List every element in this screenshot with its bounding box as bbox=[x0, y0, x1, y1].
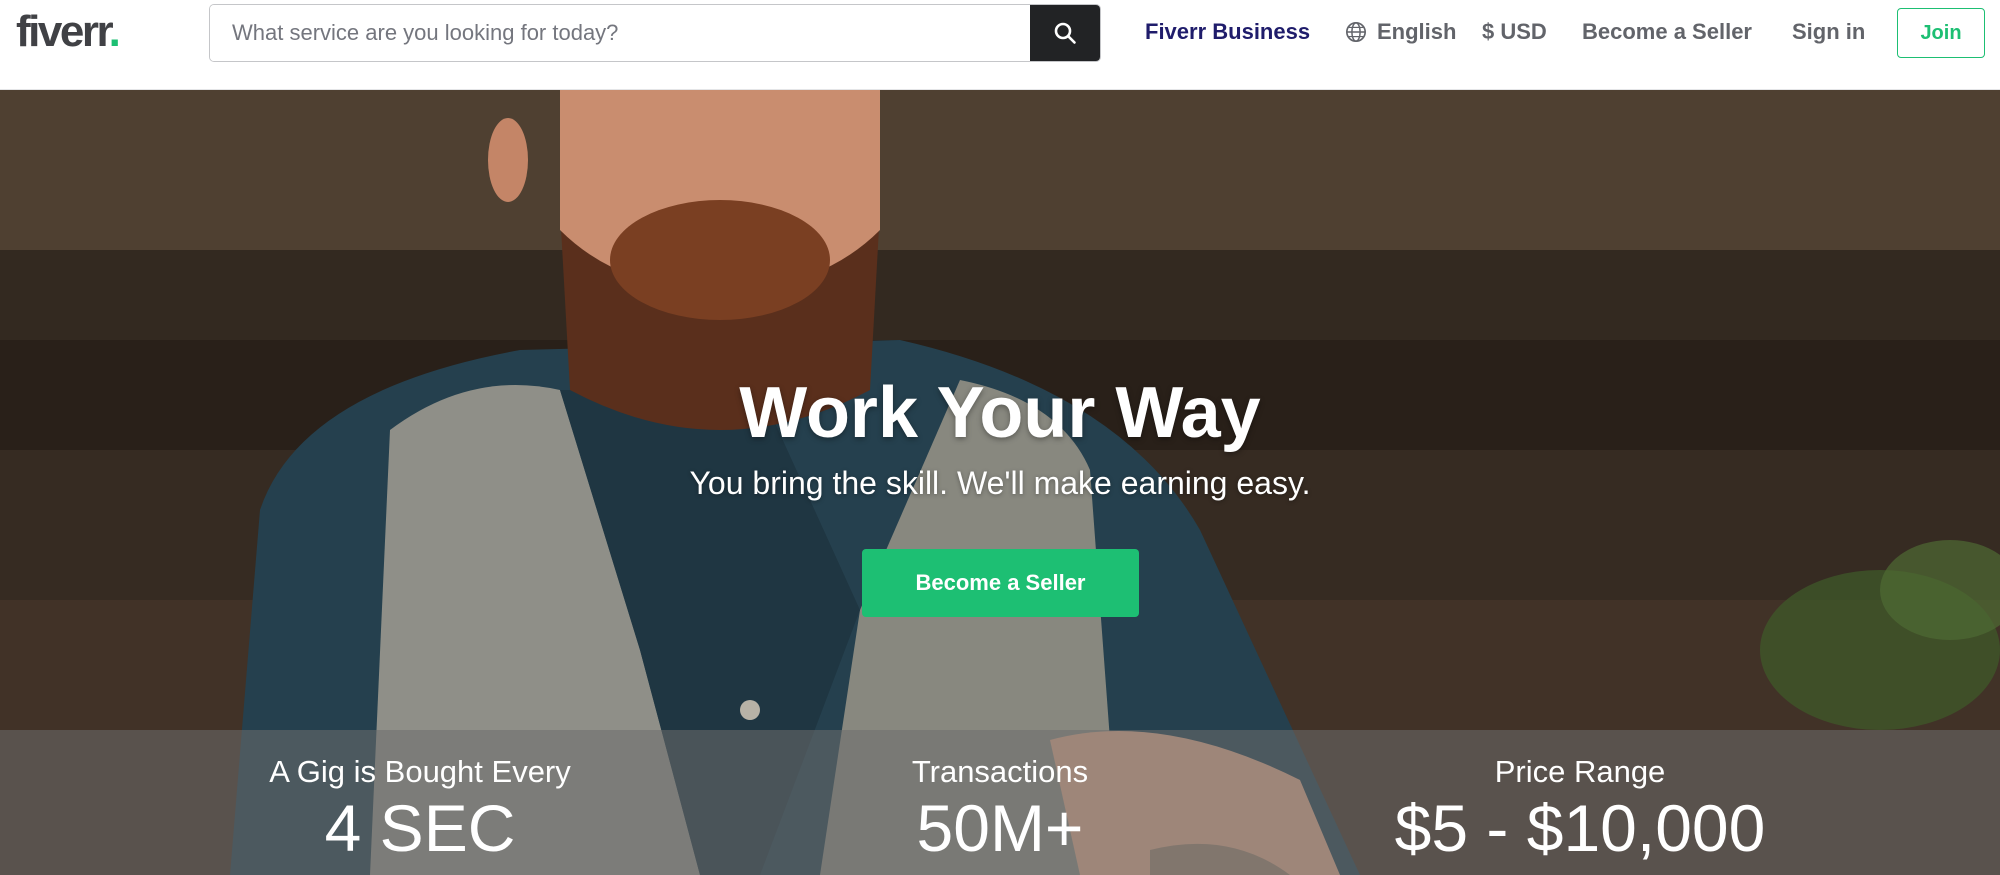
stats-band: A Gig is Bought Every 4 SEC Transactions… bbox=[0, 730, 2000, 875]
stat-label: Price Range bbox=[1494, 754, 1666, 789]
globe-icon bbox=[1346, 22, 1366, 42]
hero-subtitle: You bring the skill. We'll make earning … bbox=[689, 465, 1311, 501]
stat-label: Transactions bbox=[911, 754, 1089, 789]
nav-language-label: English bbox=[1377, 19, 1457, 44]
search-bar bbox=[209, 4, 1101, 62]
stat-value: 50M+ bbox=[916, 791, 1084, 865]
search-icon bbox=[1054, 22, 1076, 44]
logo-text: fiverr bbox=[16, 7, 111, 56]
hero-title: Work Your Way bbox=[739, 373, 1261, 453]
nav-fiverr-business[interactable]: Fiverr Business bbox=[1145, 0, 1310, 64]
stat-label: A Gig is Bought Every bbox=[269, 754, 571, 789]
become-seller-button[interactable]: Become a Seller bbox=[862, 549, 1139, 617]
logo-dot: . bbox=[108, 7, 121, 56]
hero-section: Work Your Way You bring the skill. We'll… bbox=[0, 90, 2000, 875]
nav-sign-in[interactable]: Sign in bbox=[1792, 0, 1865, 64]
join-button[interactable]: Join bbox=[1897, 8, 1985, 58]
nav-currency[interactable]: $ USD bbox=[1482, 0, 1547, 64]
search-button[interactable] bbox=[1030, 5, 1100, 61]
nav-become-seller[interactable]: Become a Seller bbox=[1582, 0, 1752, 64]
top-navigation-bar: fiverr. Fiverr Business English $ USD Be… bbox=[0, 0, 2000, 90]
nav-language[interactable]: English bbox=[1345, 0, 1456, 64]
search-input[interactable] bbox=[210, 5, 1030, 61]
fiverr-logo[interactable]: fiverr. bbox=[16, 6, 121, 58]
stat-value: $5 - $10,000 bbox=[1394, 791, 1766, 865]
stat-value: 4 SEC bbox=[324, 791, 516, 865]
